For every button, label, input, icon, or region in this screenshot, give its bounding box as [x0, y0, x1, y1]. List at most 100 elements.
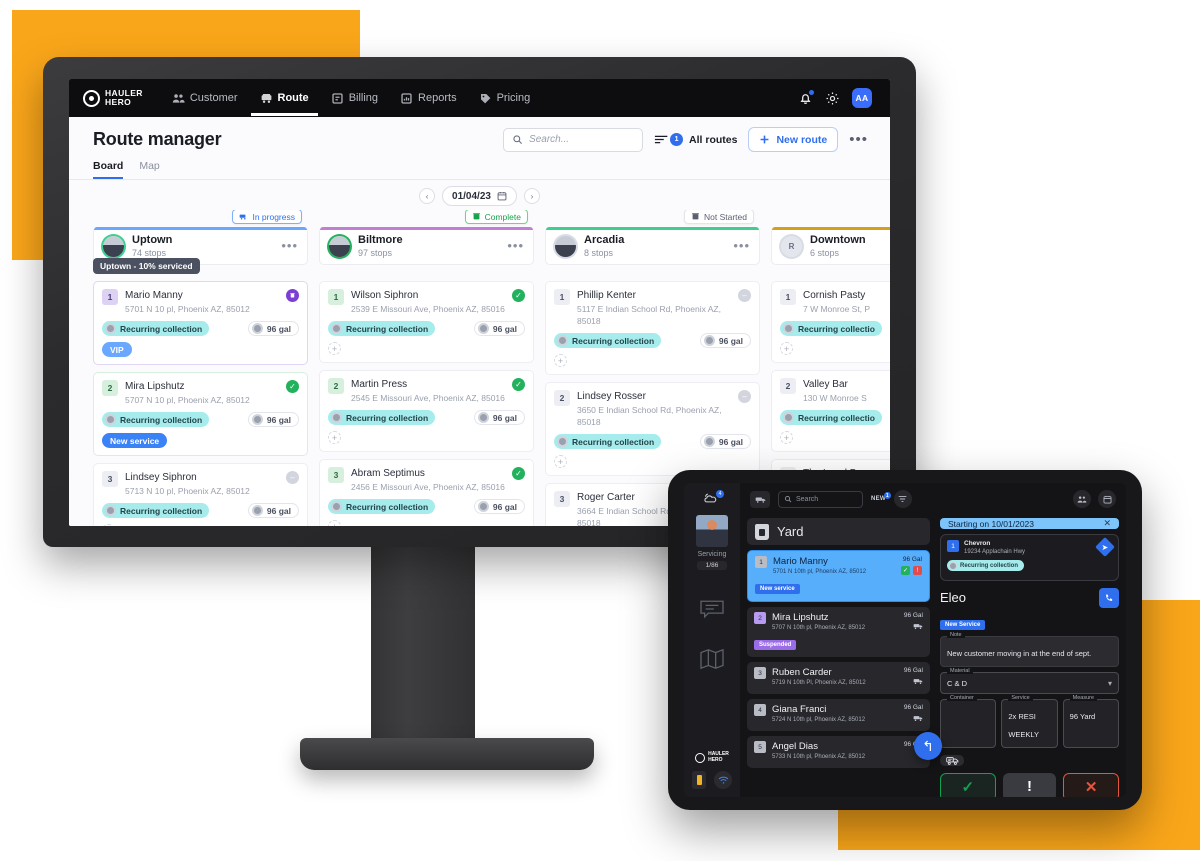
avatar[interactable]: AA [852, 88, 872, 108]
job-text: Chevron 19234 Applachain Hwy [964, 540, 1025, 556]
stop-name: Abram Septimus [351, 468, 425, 479]
note-field[interactable]: Note New customer moving in at the end o… [940, 631, 1119, 667]
reject-button[interactable]: ✕ [1063, 772, 1120, 797]
stop-card[interactable]: 3 Abram Septimus 2456 E Missouri Ave, Ph… [319, 459, 534, 526]
next-day-button[interactable]: › [523, 188, 540, 204]
undo-fab-button[interactable]: ↰ [914, 732, 942, 760]
tablet-logo-text: HAULER HERO [708, 751, 729, 763]
stop-text: Abram Septimus 2456 E Missouri Ave, Phoe… [351, 467, 505, 493]
stop-card[interactable]: 2 Martin Press 2545 E Missouri Ave, Phoe… [319, 370, 534, 452]
truck-icon[interactable] [940, 754, 964, 766]
servicing-count: 1/86 [696, 561, 728, 570]
nav-item-route-label: Route [277, 92, 309, 104]
stop-card[interactable]: 1 Wilson Siphron 2539 E Missouri Ave, Ph… [319, 281, 534, 363]
date-picker[interactable]: 01/04/23 [442, 186, 517, 206]
chevron-down-icon[interactable]: ▾ [1108, 679, 1112, 688]
app-logo[interactable]: HAULER HERO [83, 89, 143, 107]
route-column-header-downtown[interactable]: R Downtown 6 stops [771, 227, 890, 265]
tablet-stop-item[interactable]: 5 Angel Dias 5733 N 10th pl, Phoenix AZ,… [747, 732, 942, 768]
stop-card[interactable]: 2 Mira Lipshutz 5707 N 10 pl, Phoenix AZ… [93, 372, 308, 456]
note-value: New customer moving in at the end of sep… [947, 648, 1092, 658]
tab-board[interactable]: Board [93, 160, 123, 179]
pending-badge-icon: – [738, 289, 751, 302]
cloud-sync-icon[interactable]: 4 [704, 489, 724, 506]
tablet-stop-item[interactable]: 3 Ruben Carder 5719 N 10th Pl, Phoenix A… [747, 662, 930, 694]
nav-item-customer[interactable]: Customer [163, 81, 247, 116]
calendar-icon[interactable] [1098, 490, 1116, 508]
stop-card[interactable]: 1 Mario Manny 5701 N 10 pl, Phoenix AZ, … [93, 281, 308, 365]
add-stop-icon[interactable]: + [780, 431, 793, 444]
stop-status: ✓ [512, 289, 525, 302]
stop-card[interactable]: 1 Cornish Pasty 7 W Monroe St, P Recurri… [771, 281, 890, 363]
stop-card[interactable]: 3 Lindsey Siphron 5713 N 10 pl, Phoenix … [93, 463, 308, 526]
stop-card[interactable]: 2 Lindsey Rosser 3650 E Indian School Rd… [545, 382, 760, 476]
add-stop-icon[interactable]: + [554, 455, 567, 468]
job-attributes-row: Container Service 2x RESI WEEKLY Measure… [940, 694, 1119, 748]
close-icon[interactable]: ✕ [1103, 518, 1111, 529]
nav-item-reports[interactable]: Reports [391, 81, 466, 116]
route-menu-icon-biltmore[interactable]: ••• [507, 239, 524, 252]
team-icon[interactable] [1073, 490, 1091, 508]
measure-field[interactable]: Measure 96 Yard [1062, 694, 1119, 748]
truck-icon [260, 92, 273, 105]
container-field[interactable]: Container [940, 694, 997, 748]
chat-icon[interactable] [699, 598, 725, 620]
add-stop-icon[interactable]: + [328, 342, 341, 355]
stop-address: 5701 N 10th pl, Phoenix AZ, 85012 [773, 569, 867, 575]
prev-day-button[interactable]: ‹ [419, 188, 436, 204]
stop-card[interactable]: 2 Valley Bar 130 W Monroe S Recurring co… [771, 370, 890, 452]
bell-icon[interactable] [798, 89, 814, 106]
more-options-icon[interactable]: ••• [849, 132, 868, 147]
issue-button[interactable]: ! [1002, 772, 1057, 797]
navbar-right-actions: AA [798, 88, 876, 108]
truck-icon[interactable] [750, 490, 770, 508]
add-stop-icon[interactable]: + [102, 524, 115, 526]
tablet-stop-item[interactable]: 1 Mario Manny 5701 N 10th pl, Phoenix AZ… [747, 550, 930, 602]
phone-icon[interactable] [1099, 587, 1119, 608]
add-stop-icon[interactable]: + [328, 520, 341, 526]
filter-icon[interactable] [893, 490, 912, 508]
gear-icon[interactable] [825, 91, 840, 106]
route-menu-icon-arcadia[interactable]: ••• [733, 239, 750, 252]
confirm-button[interactable]: ✓ [940, 772, 996, 797]
logo-line-2: HERO [105, 97, 132, 107]
stop-address: 5713 N 10 pl, Phoenix AZ, 85012 [125, 486, 250, 496]
map-icon[interactable] [699, 648, 725, 670]
container-icon [703, 436, 715, 447]
stop-sequence: 2 [754, 612, 766, 624]
driver-avatar[interactable] [696, 515, 728, 547]
job-card[interactable]: 1 Chevron 19234 Applachain Hwy ➤ Recurri… [940, 534, 1119, 581]
all-routes-filter[interactable]: 1 All routes [654, 133, 737, 146]
nav-item-billing[interactable]: Billing [322, 81, 387, 116]
new-route-button[interactable]: New route [748, 127, 839, 152]
stop-text: Mira Lipshutz 5707 N 10th pl, Phoenix AZ… [772, 612, 865, 633]
search-input-wrapper[interactable] [503, 127, 644, 152]
route-column-header-arcadia[interactable]: Arcadia 8 stops ••• [545, 227, 760, 265]
check-icon[interactable]: ✓ [901, 566, 910, 575]
tablet-search-input[interactable]: Search [778, 490, 863, 508]
tab-map[interactable]: Map [139, 160, 159, 179]
tablet-stop-item[interactable]: 4 Giana Franci 5724 N 10th pl, Phoenix A… [747, 699, 930, 731]
route-column-header-biltmore[interactable]: Biltmore 97 stops ••• [319, 227, 534, 265]
tablet-sync-corner[interactable]: 4 [684, 483, 740, 515]
add-stop-icon[interactable]: + [554, 354, 567, 367]
nav-item-route[interactable]: Route [250, 81, 318, 116]
service-label: Recurring collection [120, 414, 203, 425]
add-stop-icon[interactable]: + [780, 342, 793, 355]
navigation-icon[interactable]: ➤ [1095, 537, 1115, 557]
service-field[interactable]: Service 2x RESI WEEKLY [1001, 694, 1058, 748]
yard-header[interactable]: Yard [747, 518, 930, 545]
add-stop-icon[interactable]: + [328, 431, 341, 444]
material-field[interactable]: Material C & D ▾ [940, 667, 1119, 694]
stop-card[interactable]: 1 Phillip Kenter 5117 E Indian School Rd… [545, 281, 760, 375]
route-menu-icon-uptown[interactable]: ••• [281, 239, 298, 252]
tablet-stop-item[interactable]: 2 Mira Lipshutz 5707 N 10th pl, Phoenix … [747, 607, 930, 657]
search-input[interactable] [529, 134, 635, 145]
service-label: Recurring collection [572, 335, 655, 346]
stop-volume: 96 Gal [903, 667, 923, 674]
alert-icon[interactable]: ! [913, 566, 922, 575]
new-filter-button[interactable]: NEW 1 [871, 492, 891, 502]
delete-badge-icon[interactable] [286, 289, 299, 302]
view-tabs: Board Map [69, 150, 890, 180]
nav-item-pricing[interactable]: Pricing [470, 81, 540, 116]
